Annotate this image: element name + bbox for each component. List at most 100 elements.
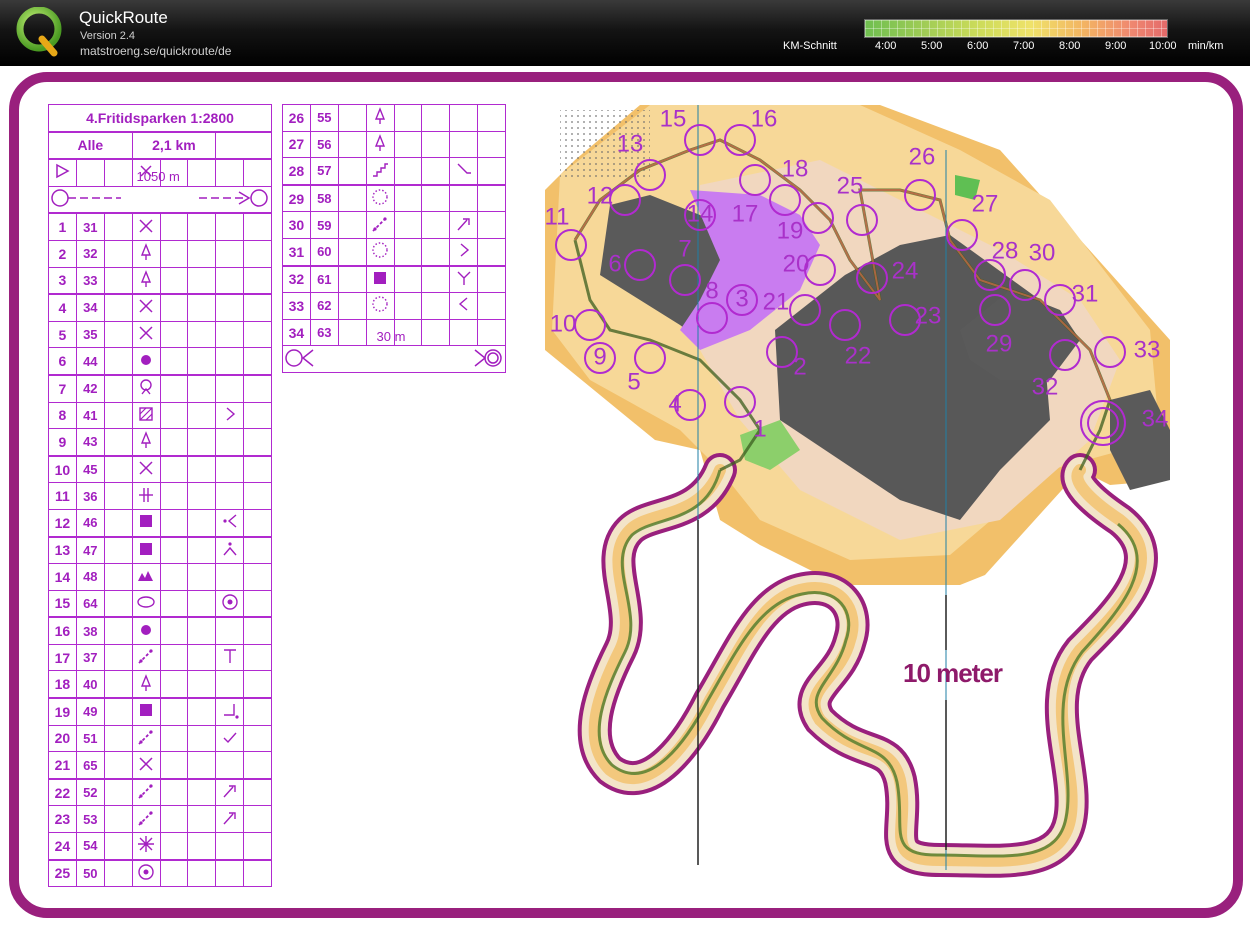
- control-row: 11 36: [48, 482, 272, 510]
- control-number-label: 6: [608, 250, 621, 277]
- control-code: 53: [75, 805, 105, 834]
- fence-end-icon: [131, 482, 161, 510]
- control-number: 7: [48, 374, 77, 403]
- empty-cell: [215, 239, 245, 268]
- control-code: 65: [75, 751, 105, 780]
- control-number: 4: [48, 293, 77, 322]
- control-code: 34: [75, 293, 105, 322]
- control-row: 25 50: [48, 859, 272, 888]
- empty-cell: [215, 266, 245, 296]
- marked-route-row: 1050 m: [48, 169, 272, 215]
- control-number-label: 4: [668, 390, 681, 417]
- control-number-label: 17: [732, 200, 759, 227]
- control-number: 14: [48, 563, 77, 591]
- control-number: 23: [48, 805, 77, 834]
- control-code: 51: [75, 724, 105, 753]
- control-code: 59: [309, 211, 339, 239]
- t-icon: [215, 643, 245, 672]
- empty-cell: [215, 859, 245, 888]
- control-number: 28: [282, 157, 311, 186]
- empty-cell: [449, 318, 479, 347]
- end-icon: [215, 805, 245, 834]
- marked-route-length: 1050 m: [136, 169, 180, 185]
- control-code: 62: [309, 292, 339, 320]
- control-code: 47: [75, 535, 105, 565]
- start-triangle-icon: [48, 158, 77, 187]
- empty-cell: [215, 455, 245, 484]
- control-row: 26 55: [282, 104, 506, 132]
- control-row: 28 57: [282, 157, 506, 186]
- control-code: 32: [75, 239, 105, 268]
- control-code: 46: [75, 508, 105, 538]
- control-code: 38: [75, 616, 105, 645]
- control-number: 31: [282, 237, 311, 267]
- control-number-label: 10: [550, 310, 577, 337]
- ellipse-icon: [131, 589, 161, 619]
- control-number: 5: [48, 320, 77, 349]
- control-number: 21: [48, 751, 77, 780]
- control-code: 36: [75, 482, 105, 510]
- control-row: 9 43: [48, 428, 272, 457]
- rocky-icon: [131, 563, 161, 591]
- control-number-label: 31: [1072, 280, 1099, 307]
- control-row: 19 49: [48, 697, 272, 726]
- control-number-label: 32: [1032, 373, 1059, 400]
- dotted-circle-icon: [365, 184, 395, 213]
- control-number-label: 14: [687, 200, 714, 227]
- scale-label: 10 meter: [903, 658, 1003, 688]
- control-number-label: 20: [783, 250, 810, 277]
- control-number-label: 8: [705, 277, 718, 304]
- side-left-icon: [215, 508, 245, 538]
- finish-route-length: 30 m: [376, 328, 406, 344]
- tree-icon: [365, 104, 395, 132]
- control-number-label: 11: [545, 203, 570, 230]
- control-number-label: 27: [972, 190, 999, 217]
- control-number-label: 13: [617, 130, 644, 157]
- dot-icon: [131, 616, 161, 645]
- control-row: 2 32: [48, 239, 272, 268]
- control-row: 22 52: [48, 778, 272, 807]
- control-code: 45: [75, 455, 105, 484]
- control-row: 27 56: [282, 130, 506, 159]
- control-code: 60: [309, 237, 339, 267]
- cross-icon: [131, 751, 161, 780]
- control-code: 52: [75, 778, 105, 807]
- empty-cell: [215, 293, 245, 322]
- corner-inside-icon: [215, 697, 245, 726]
- course-class: Alle: [48, 131, 133, 161]
- control-row: 5 35: [48, 320, 272, 349]
- filled-square-icon: [131, 535, 161, 565]
- control-number-label: 29: [986, 330, 1013, 357]
- wall-icon: [131, 724, 161, 753]
- empty-cell: [449, 130, 479, 159]
- angle-right-icon: [215, 401, 245, 430]
- control-number: 15: [48, 589, 77, 619]
- finish-route-row: 30 m: [282, 329, 506, 373]
- control-number-label: 26: [909, 143, 936, 170]
- control-row: 13 47: [48, 535, 272, 565]
- angle-left-icon: [449, 292, 479, 320]
- empty-cell: [215, 320, 245, 349]
- control-row: 3 33: [48, 266, 272, 296]
- control-number: 13: [48, 535, 77, 565]
- control-number: 9: [48, 428, 77, 457]
- control-row: 14 48: [48, 563, 272, 591]
- control-row: 24 54: [48, 832, 272, 861]
- filled-square-icon: [131, 508, 161, 538]
- control-code: 41: [75, 401, 105, 430]
- bush-icon: [131, 374, 161, 403]
- cross-icon: [131, 212, 161, 241]
- dotted-circle-icon: [365, 292, 395, 320]
- control-code: 61: [309, 265, 339, 294]
- control-code: 50: [75, 859, 105, 888]
- control-number: 10: [48, 455, 77, 484]
- control-row: 31 60: [282, 237, 506, 267]
- control-code: 44: [75, 347, 105, 376]
- control-number: 1: [48, 212, 77, 241]
- empty-cell: [215, 482, 245, 510]
- control-number-label: 16: [751, 105, 778, 132]
- control-row: 33 62: [282, 292, 506, 320]
- control-number: 30: [282, 211, 311, 239]
- control-code: 55: [309, 104, 339, 132]
- control-number: 34: [282, 318, 311, 347]
